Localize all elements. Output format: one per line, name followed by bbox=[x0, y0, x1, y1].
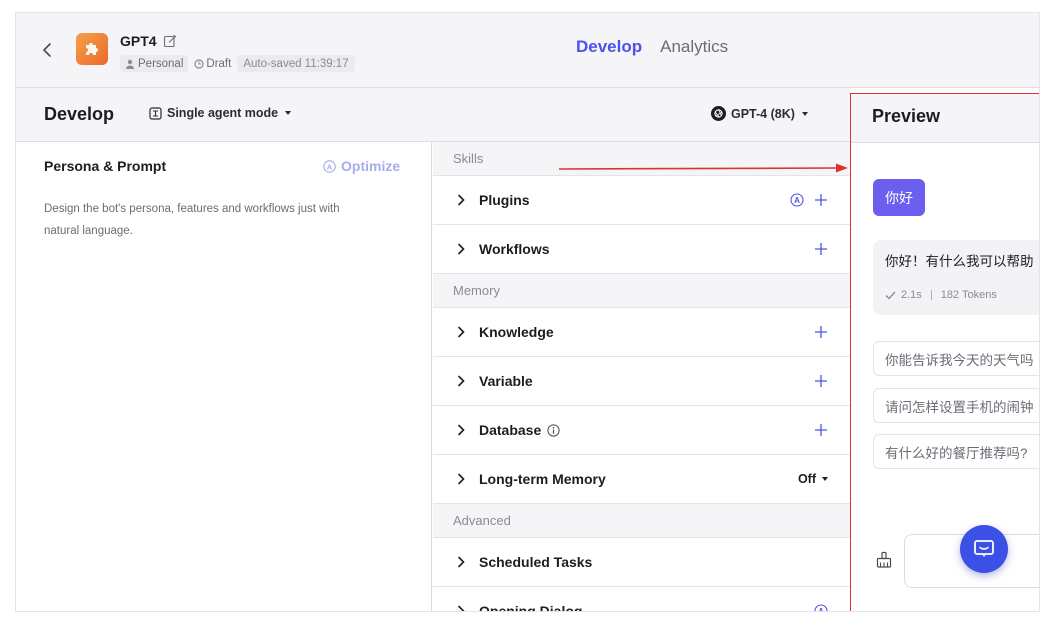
optimize-icon: A bbox=[323, 159, 336, 173]
caret-down-icon bbox=[801, 111, 808, 116]
plugins-actions: A bbox=[790, 193, 828, 207]
auto-add-icon[interactable]: A bbox=[790, 193, 804, 207]
app-window: GPT4 Personal Draft Auto-saved 11:39:17 … bbox=[15, 12, 1040, 612]
model-label: GPT-4 (8K) bbox=[731, 106, 795, 121]
chevron-right-icon bbox=[455, 194, 467, 206]
response-stats: 2.1s 182 Tokens bbox=[885, 289, 997, 301]
personal-label: Personal bbox=[138, 57, 184, 70]
add-variable-icon[interactable] bbox=[814, 374, 828, 388]
chat-icon bbox=[974, 540, 994, 557]
mode-label: Single agent mode bbox=[167, 106, 279, 120]
chevron-left-icon bbox=[43, 43, 51, 57]
puzzle-icon bbox=[86, 43, 98, 55]
tab-develop[interactable]: Develop bbox=[576, 37, 642, 57]
tab-analytics[interactable]: Analytics bbox=[660, 37, 728, 57]
skill-row-knowledge[interactable]: Knowledge bbox=[433, 308, 850, 357]
top-tabs: Develop Analytics bbox=[576, 37, 728, 57]
skill-row-workflows[interactable]: Workflows bbox=[433, 225, 850, 274]
develop-title: Develop bbox=[44, 104, 115, 124]
opening-dialog-label: Opening Dialog bbox=[479, 603, 583, 612]
chevron-right-icon bbox=[455, 556, 467, 568]
suggested-question[interactable]: 请问怎样设置手机的闹钟 bbox=[873, 388, 1039, 423]
agent-mode-icon bbox=[149, 106, 162, 120]
svg-text:A: A bbox=[794, 196, 800, 205]
add-knowledge-icon[interactable] bbox=[814, 325, 828, 339]
suggested-question[interactable]: 你能告诉我今天的天气吗 bbox=[873, 341, 1039, 376]
scheduled-tasks-label: Scheduled Tasks bbox=[479, 554, 593, 570]
persona-panel: Persona & Prompt A Optimize Design the b… bbox=[16, 142, 432, 611]
chevron-right-icon bbox=[455, 605, 467, 611]
mode-selector[interactable]: Single agent mode bbox=[149, 106, 292, 120]
skill-row-variable[interactable]: Variable bbox=[433, 357, 850, 406]
person-icon bbox=[126, 59, 134, 69]
develop-header: Develop Single agent mode GPT-4 (8K) bbox=[16, 88, 850, 142]
variable-label: Variable bbox=[479, 373, 533, 389]
skill-row-opening-dialog[interactable]: Opening Dialog A bbox=[433, 587, 850, 612]
preview-header: Preview bbox=[851, 94, 1039, 143]
persona-prompt-input[interactable]: Design the bot's persona, features and w… bbox=[44, 198, 374, 242]
add-plugin-icon[interactable] bbox=[814, 193, 828, 207]
optimize-label: Optimize bbox=[341, 158, 401, 174]
database-label-wrap: Database bbox=[479, 422, 814, 438]
long-term-memory-value: Off bbox=[797, 472, 816, 486]
bot-message-text: 你好！有什么我可以帮助 bbox=[885, 254, 1034, 269]
bot-meta: Personal Draft Auto-saved 11:39:17 bbox=[120, 55, 355, 72]
svg-text:A: A bbox=[818, 607, 824, 612]
draft-label: Draft bbox=[206, 57, 232, 70]
bot-name: GPT4 bbox=[120, 33, 157, 49]
feedback-chat-button[interactable] bbox=[960, 525, 1008, 573]
edit-icon[interactable] bbox=[163, 34, 177, 48]
stats-divider bbox=[930, 290, 932, 300]
info-icon[interactable] bbox=[547, 423, 560, 437]
workflows-label: Workflows bbox=[479, 241, 550, 257]
chevron-right-icon bbox=[455, 424, 467, 436]
clear-history-icon[interactable] bbox=[875, 551, 893, 569]
personal-badge: Personal bbox=[120, 55, 189, 72]
long-term-memory-label: Long-term Memory bbox=[479, 471, 606, 487]
skill-row-long-term-memory[interactable]: Long-term Memory Off bbox=[433, 455, 850, 504]
caret-down-icon bbox=[822, 477, 828, 481]
bot-message: 你好！有什么我可以帮助 2.1s 182 Tokens bbox=[873, 240, 1039, 315]
database-label: Database bbox=[479, 422, 542, 438]
chevron-right-icon bbox=[455, 375, 467, 387]
preview-title: Preview bbox=[872, 106, 941, 126]
optimize-button[interactable]: A Optimize bbox=[323, 158, 400, 174]
section-memory: Memory bbox=[433, 274, 850, 308]
user-message: 你好 bbox=[873, 179, 925, 216]
auto-generate-icon[interactable]: A bbox=[814, 604, 828, 612]
knowledge-label: Knowledge bbox=[479, 324, 554, 340]
draft-status: Draft bbox=[194, 58, 231, 70]
add-database-icon[interactable] bbox=[814, 423, 828, 437]
check-icon bbox=[885, 291, 896, 299]
token-count: 182 Tokens bbox=[940, 289, 997, 301]
svg-text:A: A bbox=[327, 162, 333, 171]
long-term-memory-select[interactable]: Off bbox=[798, 472, 828, 486]
preview-panel: Preview 你好 你好！有什么我可以帮助 2.1s 182 Tokens 你… bbox=[850, 93, 1039, 611]
skills-panel: Skills Plugins A Workflows Memory Knowle… bbox=[433, 142, 850, 612]
caret-down-icon bbox=[285, 111, 292, 115]
chevron-right-icon bbox=[455, 243, 467, 255]
back-button[interactable] bbox=[38, 39, 56, 61]
plugins-label: Plugins bbox=[479, 192, 530, 208]
section-advanced: Advanced bbox=[433, 504, 850, 538]
chevron-right-icon bbox=[455, 473, 467, 485]
bot-avatar[interactable] bbox=[76, 33, 108, 65]
annotation-arrow bbox=[559, 163, 848, 173]
persona-title: Persona & Prompt bbox=[44, 158, 167, 174]
skill-row-scheduled-tasks[interactable]: Scheduled Tasks bbox=[433, 538, 850, 587]
autosaved-badge: Auto-saved 11:39:17 bbox=[237, 55, 355, 72]
chevron-right-icon bbox=[455, 326, 467, 338]
model-selector[interactable]: GPT-4 (8K) bbox=[711, 106, 808, 121]
add-workflow-icon[interactable] bbox=[814, 242, 828, 256]
openai-icon bbox=[711, 106, 726, 121]
top-bar: GPT4 Personal Draft Auto-saved 11:39:17 … bbox=[16, 13, 1039, 88]
response-time: 2.1s bbox=[901, 289, 922, 301]
draft-icon bbox=[194, 58, 204, 69]
skill-row-database[interactable]: Database bbox=[433, 406, 850, 455]
suggested-question[interactable]: 有什么好的餐厅推荐吗? bbox=[873, 434, 1039, 469]
skill-row-plugins[interactable]: Plugins A bbox=[433, 176, 850, 225]
